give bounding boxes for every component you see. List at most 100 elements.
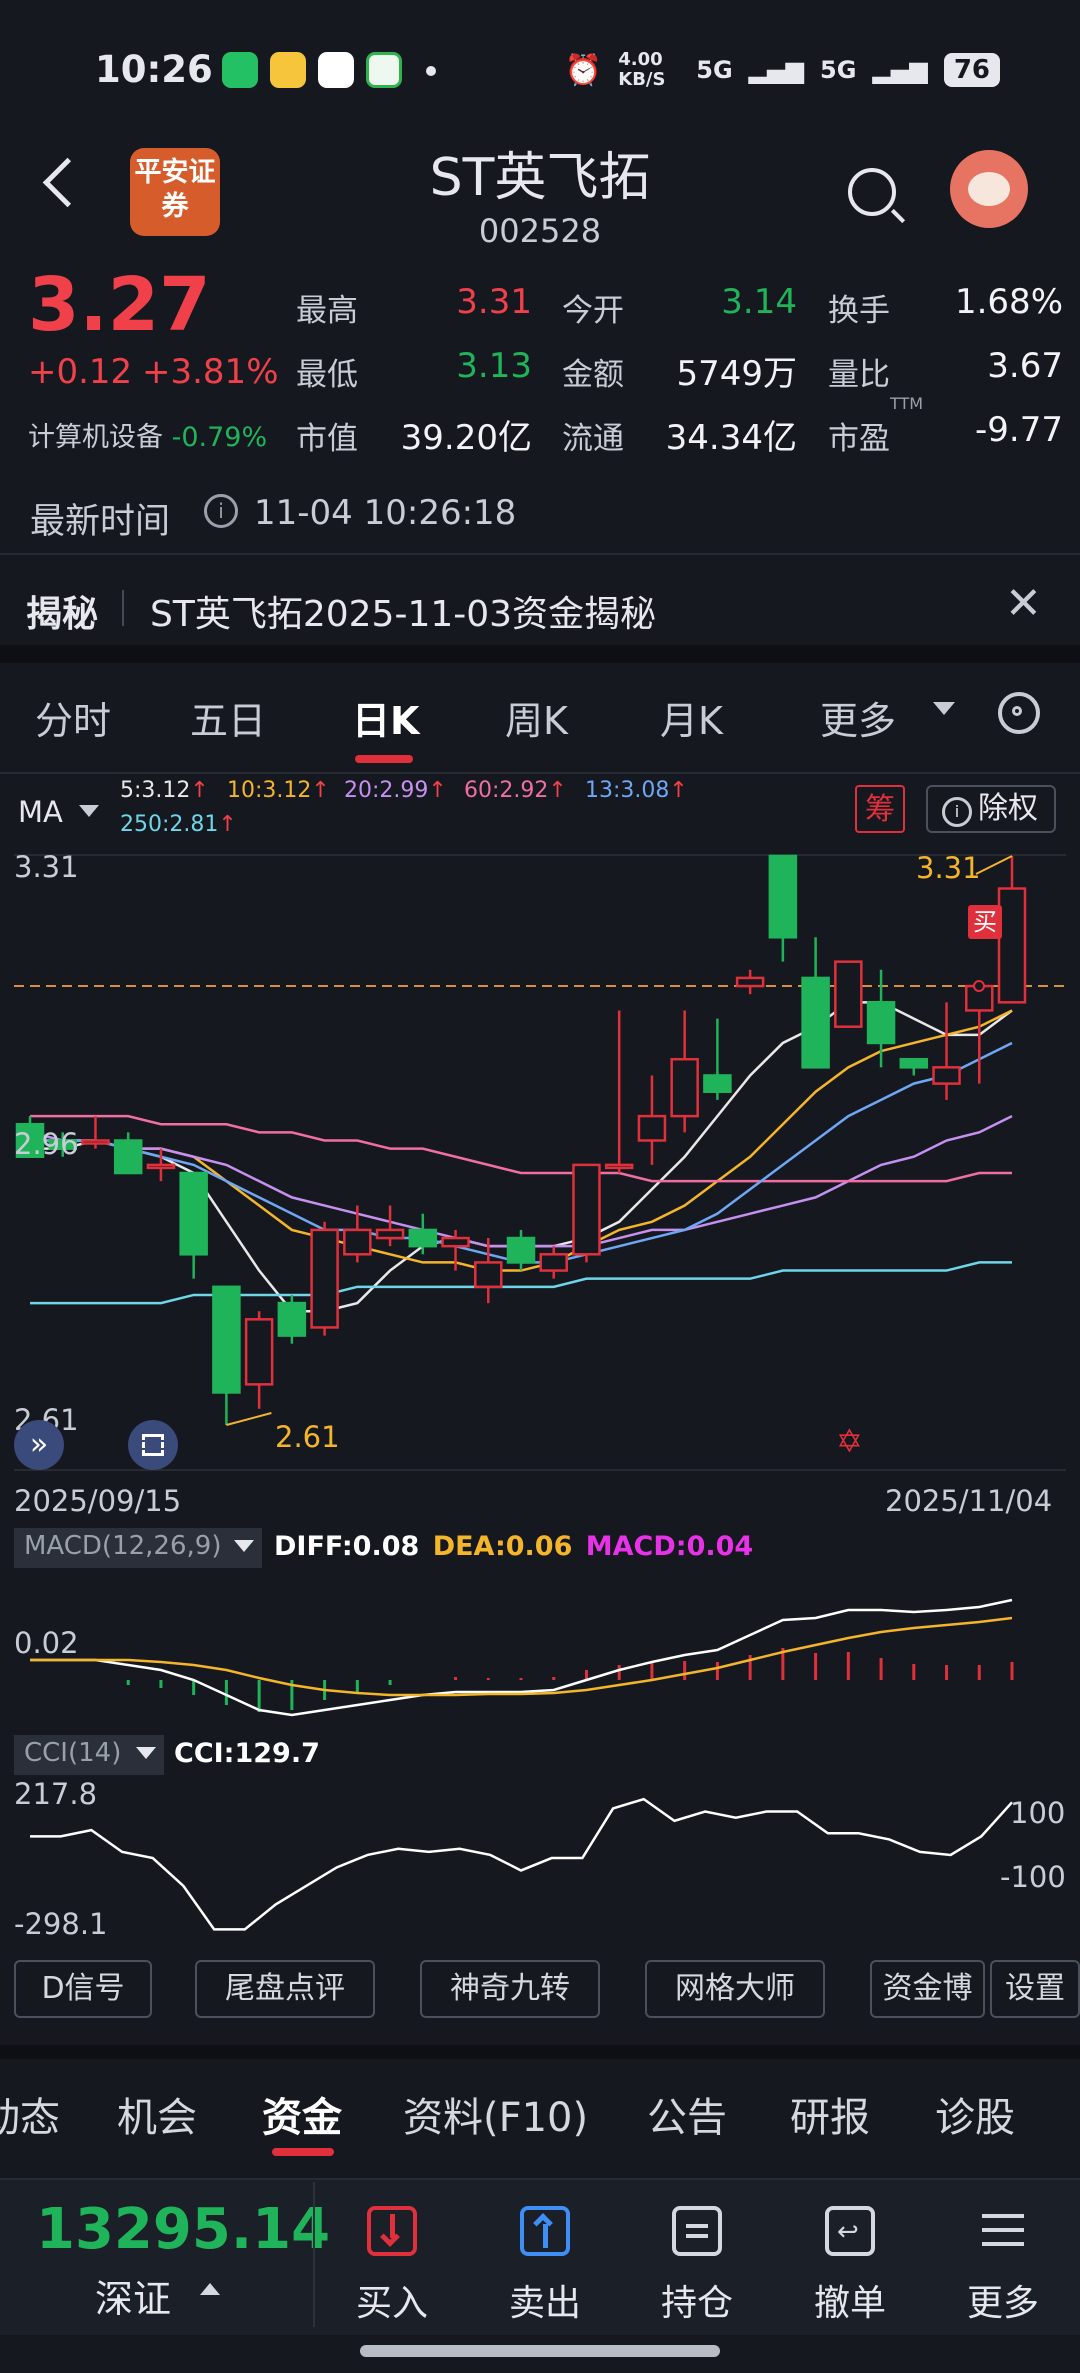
macd-value: MACD:0.04 <box>585 1531 754 1562</box>
candle-body <box>146 1163 176 1170</box>
ma-legend-item: 10:3.12↑ <box>227 778 330 803</box>
tab-intraday[interactable]: 分时 <box>35 690 111 745</box>
tab-news[interactable]: 动态 <box>0 2085 60 2143</box>
reveal-link[interactable]: ST英飞拓2025-11-03资金揭秘 <box>150 585 656 637</box>
current-price: 3.27 <box>28 262 211 348</box>
candle-body <box>670 1057 699 1118</box>
stat-value: -9.77 <box>975 410 1063 450</box>
ma-up-arrow: ↑ <box>669 778 688 803</box>
low-marker-line <box>226 1412 272 1426</box>
expand-left-icon[interactable]: » <box>14 1420 64 1470</box>
clock: 10:26 <box>95 48 213 91</box>
tab-funds[interactable]: 资金 <box>262 2085 342 2143</box>
chevron-down-icon <box>136 1747 156 1759</box>
search-icon[interactable] <box>848 168 896 216</box>
tab-announcements[interactable]: 公告 <box>647 2085 727 2143</box>
chevron-down-icon <box>933 702 955 715</box>
tab-more[interactable]: 更多 <box>820 690 896 745</box>
macd-label: MACD(12,26,9) <box>24 1531 222 1561</box>
ma-up-arrow: ↑ <box>311 778 330 803</box>
divider <box>0 772 1080 774</box>
status-bar: 10:26 ⏰ 4.00 KB/S 5G ▂▄▆ 5G ▂▄▆ 76 <box>0 0 1080 130</box>
ma-up-arrow: ↑ <box>190 778 209 803</box>
ma-up-arrow: ↑ <box>218 812 237 837</box>
stat-label: 金额 <box>562 357 624 393</box>
candle-body <box>997 887 1027 1004</box>
ma-legend-item: 250:2.81↑ <box>120 812 237 837</box>
stat-value: 1.68% <box>954 282 1063 322</box>
cancel-order-label: 撤单 <box>813 2283 886 2324</box>
stat-value: 39.20亿 <box>400 418 532 458</box>
index-name[interactable]: 深证 <box>95 2268 171 2323</box>
tab-opportunity[interactable]: 机会 <box>117 2085 197 2143</box>
fullscreen-icon[interactable] <box>128 1420 178 1470</box>
stat-label: 市值 <box>296 421 358 457</box>
star-marker-icon[interactable]: ✡ <box>836 1422 863 1460</box>
stat-label: 今开 <box>562 293 624 329</box>
fund-game-button[interactable]: 资金博 <box>870 1960 985 2018</box>
ma-legend-text: 250:2.81 <box>120 812 219 837</box>
active-tab-indicator <box>355 755 413 763</box>
macd-selector[interactable]: MACD(12,26,9) <box>14 1528 262 1568</box>
more-button[interactable]: 更多 <box>948 2206 1058 2326</box>
candle-body <box>572 1163 601 1256</box>
holdings-button[interactable]: 持仓 <box>642 2206 752 2326</box>
stock-code: 002528 <box>478 212 602 250</box>
industry[interactable]: 计算机设备 -0.79% <box>28 415 267 454</box>
price-change-pct: +3.81% <box>142 352 279 392</box>
closing-review-button[interactable]: 尾盘点评 <box>195 1960 375 2018</box>
candle-body <box>375 1228 405 1240</box>
sell-button[interactable]: 卖出 <box>490 2206 600 2326</box>
stat-value: 3.14 <box>721 282 797 322</box>
app-icon <box>270 52 306 88</box>
index-value[interactable]: 13295.14 <box>36 2197 330 2262</box>
baidu-icon <box>318 52 354 88</box>
cancel-order-button[interactable]: ↩ 撤单 <box>795 2206 905 2326</box>
tab-five-day[interactable]: 五日 <box>190 690 266 745</box>
stat-label: 换手 <box>828 293 890 329</box>
grid-master-button[interactable]: 网格大师 <box>645 1960 825 2018</box>
ma-legend-text: 20:2.99 <box>344 778 429 803</box>
gear-icon[interactable] <box>998 692 1040 734</box>
settings-button[interactable]: 设置 <box>990 1960 1080 2018</box>
close-icon[interactable]: ✕ <box>1005 578 1042 629</box>
tab-f10[interactable]: 资料(F10) <box>403 2085 588 2143</box>
avatar[interactable] <box>950 150 1028 228</box>
buy-button[interactable]: 买入 <box>337 2206 447 2326</box>
buy-point-dot <box>973 980 985 993</box>
chevron-down-icon <box>234 1540 254 1552</box>
candle-body <box>604 1163 634 1170</box>
tab-monthly-k[interactable]: 月K <box>660 690 723 745</box>
cci-value: CCI:129.7 <box>174 1738 320 1769</box>
candle-body <box>212 1285 241 1394</box>
candle-body <box>408 1228 438 1248</box>
info-icon[interactable]: i <box>204 494 238 528</box>
chevron-up-icon[interactable] <box>200 2283 220 2295</box>
candle-body <box>735 976 765 988</box>
tab-weekly-k[interactable]: 周K <box>505 690 568 745</box>
cci-selector[interactable]: CCI(14) <box>14 1735 164 1775</box>
stat-label: 流通 <box>562 421 624 457</box>
ma-legend-item: 5:3.12↑ <box>120 778 209 803</box>
macd-dea-line <box>30 1616 1013 1697</box>
magic-nine-button[interactable]: 神奇九转 <box>420 1960 600 2018</box>
tab-research[interactable]: 研报 <box>790 2085 870 2143</box>
tab-daily-k[interactable]: 日K <box>352 690 419 745</box>
d-signal-button[interactable]: D信号 <box>14 1960 152 2018</box>
ma-legend-text: 5:3.12 <box>120 778 191 803</box>
price-change: +0.12 <box>28 352 133 392</box>
candle-body <box>310 1228 339 1329</box>
stat-value: 3.13 <box>456 346 532 386</box>
divider <box>122 590 124 626</box>
chip-distribution-button[interactable]: 筹 <box>855 785 905 833</box>
high-marker: 3.31 <box>916 851 981 885</box>
buy-label: 买入 <box>355 2283 428 2324</box>
chevron-down-icon <box>79 805 99 817</box>
buy-signal-badge[interactable]: 买 <box>968 905 1002 939</box>
k-line-chart[interactable] <box>0 840 1080 1940</box>
ma-selector[interactable]: MA <box>18 795 63 829</box>
tab-diagnosis[interactable]: 诊股 <box>935 2085 1015 2143</box>
ma-legend-item: 60:2.92↑ <box>464 778 567 803</box>
ma-legend-item: 20:2.99↑ <box>344 778 447 803</box>
buy-icon <box>367 2206 417 2256</box>
